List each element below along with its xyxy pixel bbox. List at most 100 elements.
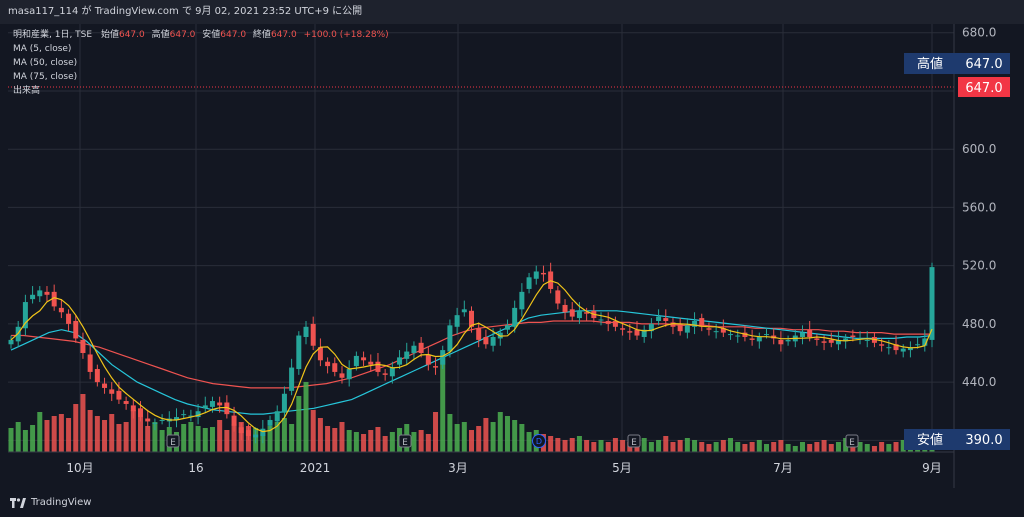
volume-bar — [361, 434, 367, 452]
volume-bar — [389, 432, 395, 452]
volume-bar — [289, 424, 295, 452]
candle-body — [375, 361, 381, 372]
price-tick-label: 440.0 — [962, 375, 996, 389]
candle-body — [361, 357, 367, 361]
candle-body — [73, 320, 79, 339]
volume-bar — [620, 440, 626, 452]
candle-body — [821, 341, 827, 343]
candle-body — [159, 419, 165, 421]
low-tag-value: 390.0 — [965, 433, 1002, 448]
volume-bar — [425, 434, 431, 452]
volume-bar — [325, 426, 331, 452]
candle-body — [418, 342, 424, 354]
time-tick-label: 7月 — [773, 461, 793, 475]
candle-body — [389, 367, 395, 377]
volume-bar — [8, 428, 14, 452]
volume-bar — [109, 414, 115, 452]
volume-bar — [569, 438, 575, 452]
volume-bar — [656, 440, 662, 452]
volume-bar — [728, 438, 734, 452]
low-price-tag: 安値 390.0 — [904, 429, 1010, 450]
candle-body — [562, 304, 568, 313]
earnings-marker[interactable]: E — [166, 434, 180, 448]
candle-body — [828, 339, 834, 343]
volume-bar — [576, 436, 582, 452]
time-tick-label: 9月 — [922, 461, 942, 475]
candle-body — [504, 325, 510, 330]
volume-bar — [612, 438, 618, 452]
publish-info-bar: masa117_114 が TradingView.com で 9月 02, 2… — [0, 0, 1024, 24]
volume-bar — [490, 422, 496, 452]
tradingview-logo[interactable]: TradingView — [10, 497, 91, 508]
volume-bar — [519, 424, 525, 452]
candle-body — [274, 411, 280, 422]
earnings-marker[interactable]: E — [627, 434, 641, 448]
candle-body — [181, 414, 187, 416]
legend-low-value: 647.0 — [220, 30, 246, 40]
candle-body — [735, 335, 741, 337]
volume-bar — [138, 417, 144, 452]
candle-body — [130, 405, 136, 412]
price-tick-label: 520.0 — [962, 259, 996, 273]
volume-bar — [548, 436, 554, 452]
volume-bar — [66, 418, 72, 452]
volume-bar — [332, 428, 338, 452]
volume-bar — [94, 416, 100, 452]
legend-open-label: 始値 — [101, 28, 119, 40]
volume-bar — [526, 432, 532, 452]
candle-body — [728, 334, 734, 336]
volume-bar — [778, 440, 784, 452]
earnings-marker[interactable]: E — [845, 434, 859, 448]
volume-bar — [598, 440, 604, 452]
volume-bar — [871, 446, 877, 452]
volume-bar — [562, 440, 568, 452]
svg-text:E: E — [402, 438, 408, 448]
dividend-marker[interactable]: D — [532, 434, 546, 448]
volume-bar — [555, 438, 561, 452]
volume-bar — [828, 444, 834, 452]
candle-body — [677, 323, 683, 332]
candle-body — [325, 361, 331, 367]
volume-bar — [756, 440, 762, 452]
candle-body — [37, 290, 43, 297]
legend-change: +100.0 (+18.28%) — [304, 30, 389, 40]
volume-bar — [80, 394, 86, 452]
volume-bar — [37, 412, 43, 452]
last-price-value: 647.0 — [965, 81, 1002, 96]
volume-bar — [677, 440, 683, 452]
candle-body — [245, 430, 251, 436]
volume-bar — [512, 420, 518, 452]
volume-bar — [469, 430, 474, 452]
price-chart[interactable]: 明和産業, 1日, TSE 始値647.0 高値647.0 安値647.0 終値… — [8, 24, 1016, 488]
candle-body — [145, 418, 151, 422]
chart-area[interactable]: 明和産業, 1日, TSE 始値647.0 高値647.0 安値647.0 終値… — [8, 24, 1016, 488]
candle-body — [281, 393, 287, 413]
candle-body — [713, 331, 719, 333]
volume-bar — [692, 440, 698, 452]
price-tick-label: 560.0 — [962, 200, 996, 214]
volume-bar — [785, 444, 791, 452]
candle-body — [66, 313, 72, 324]
time-tick-label: 5月 — [612, 461, 632, 475]
price-tick-label: 480.0 — [962, 317, 996, 331]
volume-bar — [15, 422, 21, 452]
volume-bar — [73, 404, 79, 452]
legend-ma5: MA (5, close) — [13, 44, 71, 54]
candle-body — [368, 361, 374, 365]
volume-bar — [188, 422, 194, 452]
candle-body — [433, 366, 439, 368]
candle-body — [116, 390, 122, 400]
legend-ma50: MA (50, close) — [13, 58, 77, 68]
candle-body — [109, 389, 115, 394]
time-tick-label: 16 — [188, 461, 203, 475]
candle-body — [447, 325, 453, 352]
volume-bar — [670, 442, 676, 452]
candle-body — [332, 363, 338, 372]
price-tick-label: 600.0 — [962, 142, 996, 156]
earnings-marker[interactable]: E — [398, 434, 412, 448]
volume-bar — [792, 446, 798, 452]
volume-bar — [317, 418, 323, 452]
candle-body — [22, 302, 28, 329]
time-tick-label: 10月 — [66, 461, 93, 475]
volume-bar — [814, 442, 820, 452]
